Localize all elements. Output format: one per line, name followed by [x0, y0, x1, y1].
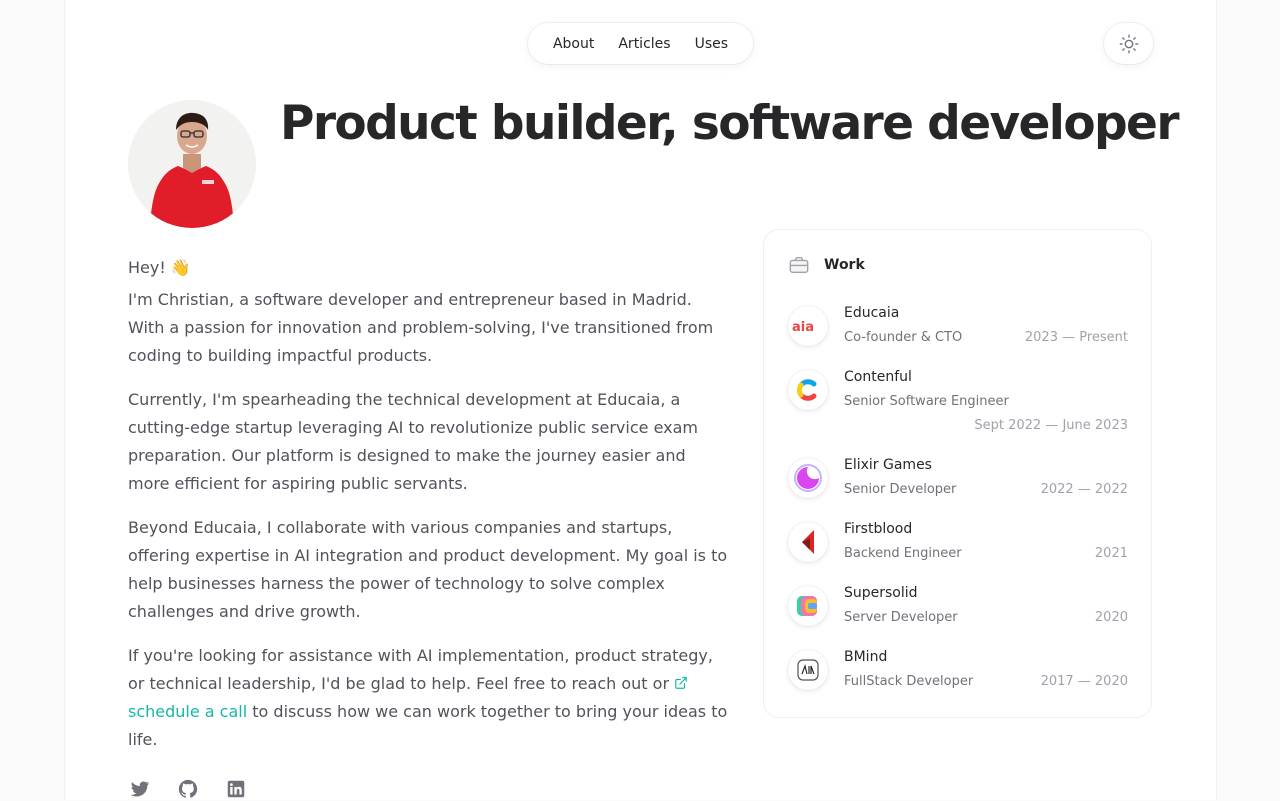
company-name: Elixir Games: [844, 457, 932, 473]
company-name: Supersolid: [844, 585, 918, 601]
job-role: Backend Engineer: [844, 546, 962, 561]
social-links: [128, 777, 248, 801]
work-header: Work: [788, 254, 865, 276]
contact-text: If you're looking for assistance with AI…: [128, 646, 713, 693]
work-card: Work aia Educaia Co-founder & CTO 2023 —…: [763, 229, 1152, 718]
avatar: [128, 100, 256, 228]
job-role: Server Developer: [844, 610, 958, 625]
nav-uses[interactable]: Uses: [695, 36, 728, 52]
svg-text:aia: aia: [792, 320, 814, 333]
main-nav: About Articles Uses: [528, 23, 753, 64]
briefcase-icon: [789, 256, 809, 274]
job-dates: 2021: [1094, 546, 1128, 561]
job-role: Co-founder & CTO: [844, 330, 963, 345]
theme-toggle-button[interactable]: [1104, 23, 1153, 64]
twitter-icon[interactable]: [128, 777, 152, 801]
nav-about[interactable]: About: [553, 36, 594, 52]
greeting: Hey! 👋: [128, 258, 191, 277]
company-name: Firstblood: [844, 521, 913, 537]
job-dates: Sept 2022 — June 2023: [974, 418, 1128, 433]
job-dates: 2020: [1094, 610, 1128, 625]
bio-paragraph: I'm Christian, a software developer and …: [128, 290, 714, 365]
job-dates: 2022 — 2022: [1040, 482, 1128, 497]
github-icon[interactable]: [176, 777, 200, 801]
contentful-logo: [788, 370, 828, 410]
company-name: Educaia: [844, 305, 900, 321]
linkedin-icon[interactable]: [224, 777, 248, 801]
sun-icon: [1119, 34, 1138, 53]
schedule-call-label: schedule a call: [128, 702, 248, 721]
external-link-icon: [675, 677, 687, 689]
job-role: Senior Software Engineer: [844, 394, 1009, 409]
supersolid-logo: [788, 586, 828, 626]
elixir-games-logo: [788, 458, 828, 498]
company-name: Contenful: [844, 369, 912, 385]
job-dates: 2023 — Present: [1024, 330, 1128, 345]
firstblood-logo: [788, 522, 828, 562]
job-dates: 2017 — 2020: [1040, 674, 1128, 689]
educaia-logo: aia: [788, 306, 828, 346]
bio-paragraph: Beyond Educaia, I collaborate with vario…: [128, 518, 728, 621]
bio-paragraph-contact: If you're looking for assistance with AI…: [128, 642, 728, 754]
job-role: FullStack Developer: [844, 674, 974, 689]
job-role: Senior Developer: [844, 482, 957, 497]
page-title: Product builder, software developer: [280, 96, 1180, 151]
bio: Hey! 👋 I'm Christian, a software develop…: [128, 254, 728, 770]
nav-articles[interactable]: Articles: [618, 36, 670, 52]
work-title: Work: [824, 257, 865, 273]
company-name: BMind: [844, 649, 888, 665]
bmind-logo: [788, 650, 828, 690]
bio-paragraph: Currently, I'm spearheading the technica…: [128, 390, 698, 493]
